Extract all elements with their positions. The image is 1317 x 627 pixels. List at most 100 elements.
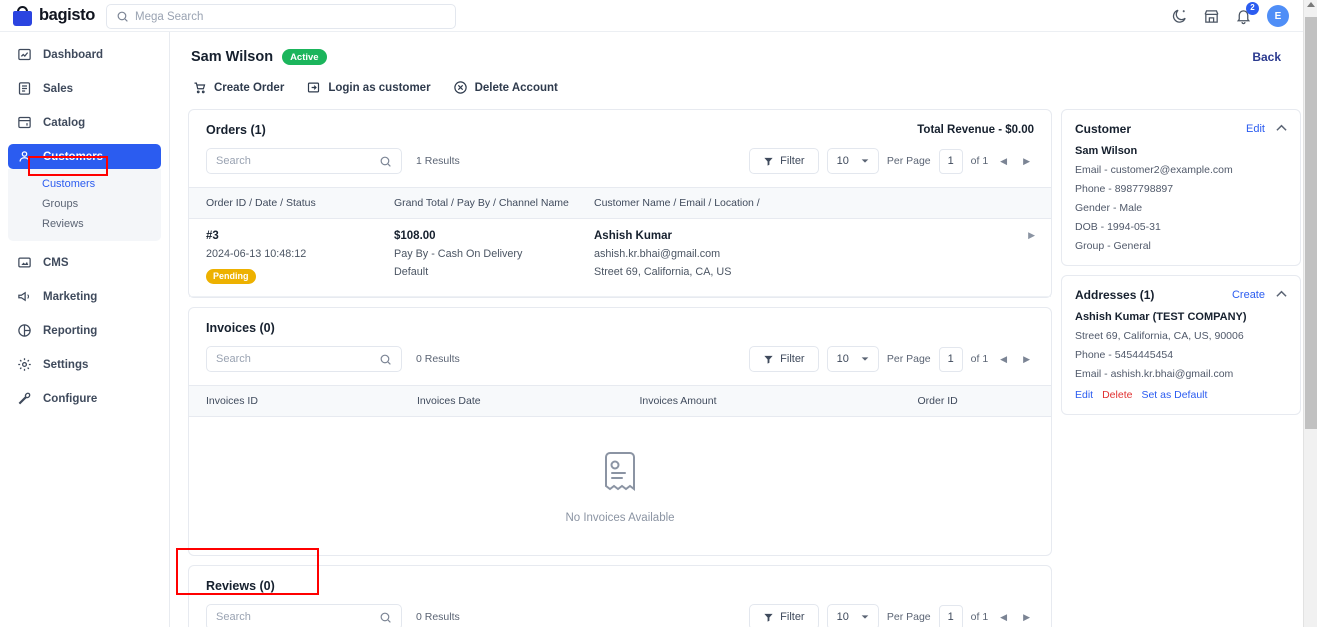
invoices-prev-page-button[interactable]: ◀ xyxy=(996,354,1011,365)
sidebar-item-dashboard[interactable]: Dashboard xyxy=(8,42,161,67)
login-as-customer-label: Login as customer xyxy=(328,81,431,94)
reviews-toolbar: Search 0 Results Filter 10 Per Page 1 of… xyxy=(189,604,1051,627)
invoices-page-input[interactable]: 1 xyxy=(938,346,963,372)
content-columns: Orders (1) Total Revenue - $0.00 Search … xyxy=(170,95,1303,627)
reviews-filter-label: Filter xyxy=(780,611,805,623)
orders-search-input[interactable]: Search xyxy=(206,148,402,174)
sidebar-subitem-customers[interactable]: Customers xyxy=(8,174,161,194)
invoices-per-page-select[interactable]: 10 xyxy=(826,346,879,372)
order-row-expand-button[interactable]: ▶ xyxy=(844,218,1051,297)
sidebar-subitem-groups[interactable]: Groups xyxy=(8,194,161,214)
scroll-up-arrow-icon[interactable] xyxy=(1307,2,1315,7)
table-row[interactable]: #3 2024-06-13 10:48:12 Pending $108.00 P… xyxy=(189,218,1051,297)
mega-search-input[interactable]: Mega Search xyxy=(106,4,456,29)
sidebar-item-marketing[interactable]: Marketing xyxy=(8,284,161,309)
reviews-page-input[interactable]: 1 xyxy=(938,604,963,627)
invoices-next-page-button[interactable]: ▶ xyxy=(1019,354,1034,365)
search-icon xyxy=(380,354,391,365)
reviews-prev-page-button[interactable]: ◀ xyxy=(996,612,1011,623)
filter-icon xyxy=(764,355,773,364)
address-delete-link[interactable]: Delete xyxy=(1102,389,1132,401)
orders-per-page-select[interactable]: 10 xyxy=(826,148,879,174)
sidebar-item-label: Reporting xyxy=(43,324,98,337)
orders-cell-total: $108.00 Pay By - Cash On Delivery Defaul… xyxy=(394,218,594,297)
customer-info-card: Customer Edit Sam Wilson Email - custome… xyxy=(1061,109,1301,266)
customer-card-title: Customer xyxy=(1075,122,1132,136)
invoices-empty-state: No Invoices Available xyxy=(189,417,1051,555)
sidebar-subitem-reviews[interactable]: Reviews xyxy=(8,214,161,234)
scrollbar-thumb[interactable] xyxy=(1305,17,1317,429)
filter-icon xyxy=(764,157,773,166)
catalog-icon xyxy=(18,116,31,129)
address-set-default-link[interactable]: Set as Default xyxy=(1141,389,1207,401)
chevron-up-icon[interactable] xyxy=(1276,124,1287,134)
reviews-search-input[interactable]: Search xyxy=(206,604,402,627)
addresses-card-header: Addresses (1) Create xyxy=(1075,288,1287,302)
filter-icon xyxy=(764,613,773,622)
address-create-link[interactable]: Create xyxy=(1232,289,1265,301)
sidebar-item-reporting[interactable]: Reporting xyxy=(8,318,161,343)
address-edit-link[interactable]: Edit xyxy=(1075,389,1093,401)
search-icon xyxy=(380,612,391,623)
orders-card: Orders (1) Total Revenue - $0.00 Search … xyxy=(188,109,1052,298)
back-link[interactable]: Back xyxy=(1252,50,1281,64)
orders-col-actions xyxy=(844,187,1051,219)
sidebar-item-settings[interactable]: Settings xyxy=(8,352,161,377)
sidebar-item-customers[interactable]: Customers xyxy=(8,144,161,169)
orders-table: Order ID / Date / Status Grand Total / P… xyxy=(189,187,1051,297)
invoices-filter-button[interactable]: Filter xyxy=(749,346,819,372)
sidebar-item-label: Dashboard xyxy=(43,48,104,61)
main-content: Sam Wilson Active Back Create Order Logi… xyxy=(170,32,1303,627)
reviews-next-page-button[interactable]: ▶ xyxy=(1019,612,1034,623)
sidebar-item-sales[interactable]: Sales xyxy=(8,76,161,101)
customer-phone: Phone - 8987798897 xyxy=(1075,183,1174,195)
sidebar-item-configure[interactable]: Configure xyxy=(8,386,161,411)
invoices-search-placeholder: Search xyxy=(216,353,251,365)
orders-filter-label: Filter xyxy=(780,155,805,167)
sidebar-item-catalog[interactable]: Catalog xyxy=(8,110,161,135)
topbar-actions: 2 E xyxy=(1171,0,1289,32)
orders-filter-button[interactable]: Filter xyxy=(749,148,819,174)
login-as-customer-button[interactable]: Login as customer xyxy=(306,80,431,95)
bell-icon[interactable]: 2 xyxy=(1235,1,1259,25)
customer-edit-link[interactable]: Edit xyxy=(1246,123,1265,135)
dark-mode-icon[interactable] xyxy=(1171,8,1188,25)
chevron-up-icon[interactable] xyxy=(1276,290,1287,300)
page-actions: Create Order Login as customer Delete Ac… xyxy=(170,68,1303,95)
invoice-document-icon xyxy=(605,451,635,491)
shopping-bag-icon xyxy=(13,5,32,26)
sidebar-item-cms[interactable]: CMS xyxy=(8,250,161,275)
sales-icon xyxy=(18,82,31,95)
vertical-scrollbar[interactable] xyxy=(1303,0,1317,627)
invoices-card: Invoices (0) Search 0 Results Filter 10 … xyxy=(188,307,1052,556)
orders-page-input[interactable]: 1 xyxy=(938,148,963,174)
delete-account-button[interactable]: Delete Account xyxy=(453,80,558,95)
invoices-results-count: 0 Results xyxy=(416,353,460,365)
invoices-header: Invoices (0) xyxy=(189,308,1051,346)
invoices-per-page-value: 10 xyxy=(836,353,849,365)
order-customer-location: Street 69, California, CA, US xyxy=(594,266,732,278)
invoices-search-input[interactable]: Search xyxy=(206,346,402,372)
address-actions: Edit Delete Set as Default xyxy=(1075,389,1287,401)
sidebar-item-label: Sales xyxy=(43,82,74,95)
customer-dob: DOB - 1994-05-31 xyxy=(1075,221,1161,233)
orders-prev-page-button[interactable]: ◀ xyxy=(996,156,1011,167)
cart-icon xyxy=(194,82,206,94)
brand-name: bagisto xyxy=(39,6,95,24)
invoices-col-date: Invoices Date xyxy=(417,385,640,417)
store-icon[interactable] xyxy=(1203,8,1220,25)
orders-next-page-button[interactable]: ▶ xyxy=(1019,156,1034,167)
order-pay-by: Pay By - Cash On Delivery xyxy=(394,248,523,260)
order-id: #3 xyxy=(206,230,219,242)
orders-cell-order: #3 2024-06-13 10:48:12 Pending xyxy=(189,218,394,297)
avatar[interactable]: E xyxy=(1267,5,1289,27)
reviews-per-page-label: Per Page xyxy=(886,611,931,623)
brand-logo[interactable]: bagisto xyxy=(0,5,100,26)
reviews-per-page-select[interactable]: 10 xyxy=(826,604,879,627)
create-order-button[interactable]: Create Order xyxy=(192,80,284,95)
sidebar-item-label: Customers xyxy=(43,150,104,163)
address-name: Ashish Kumar (TEST COMPANY) xyxy=(1075,311,1247,323)
sidebar-submenu-customers: Customers Groups Reviews xyxy=(8,169,161,241)
sidebar-item-label: Marketing xyxy=(43,290,98,303)
reviews-filter-button[interactable]: Filter xyxy=(749,604,819,627)
